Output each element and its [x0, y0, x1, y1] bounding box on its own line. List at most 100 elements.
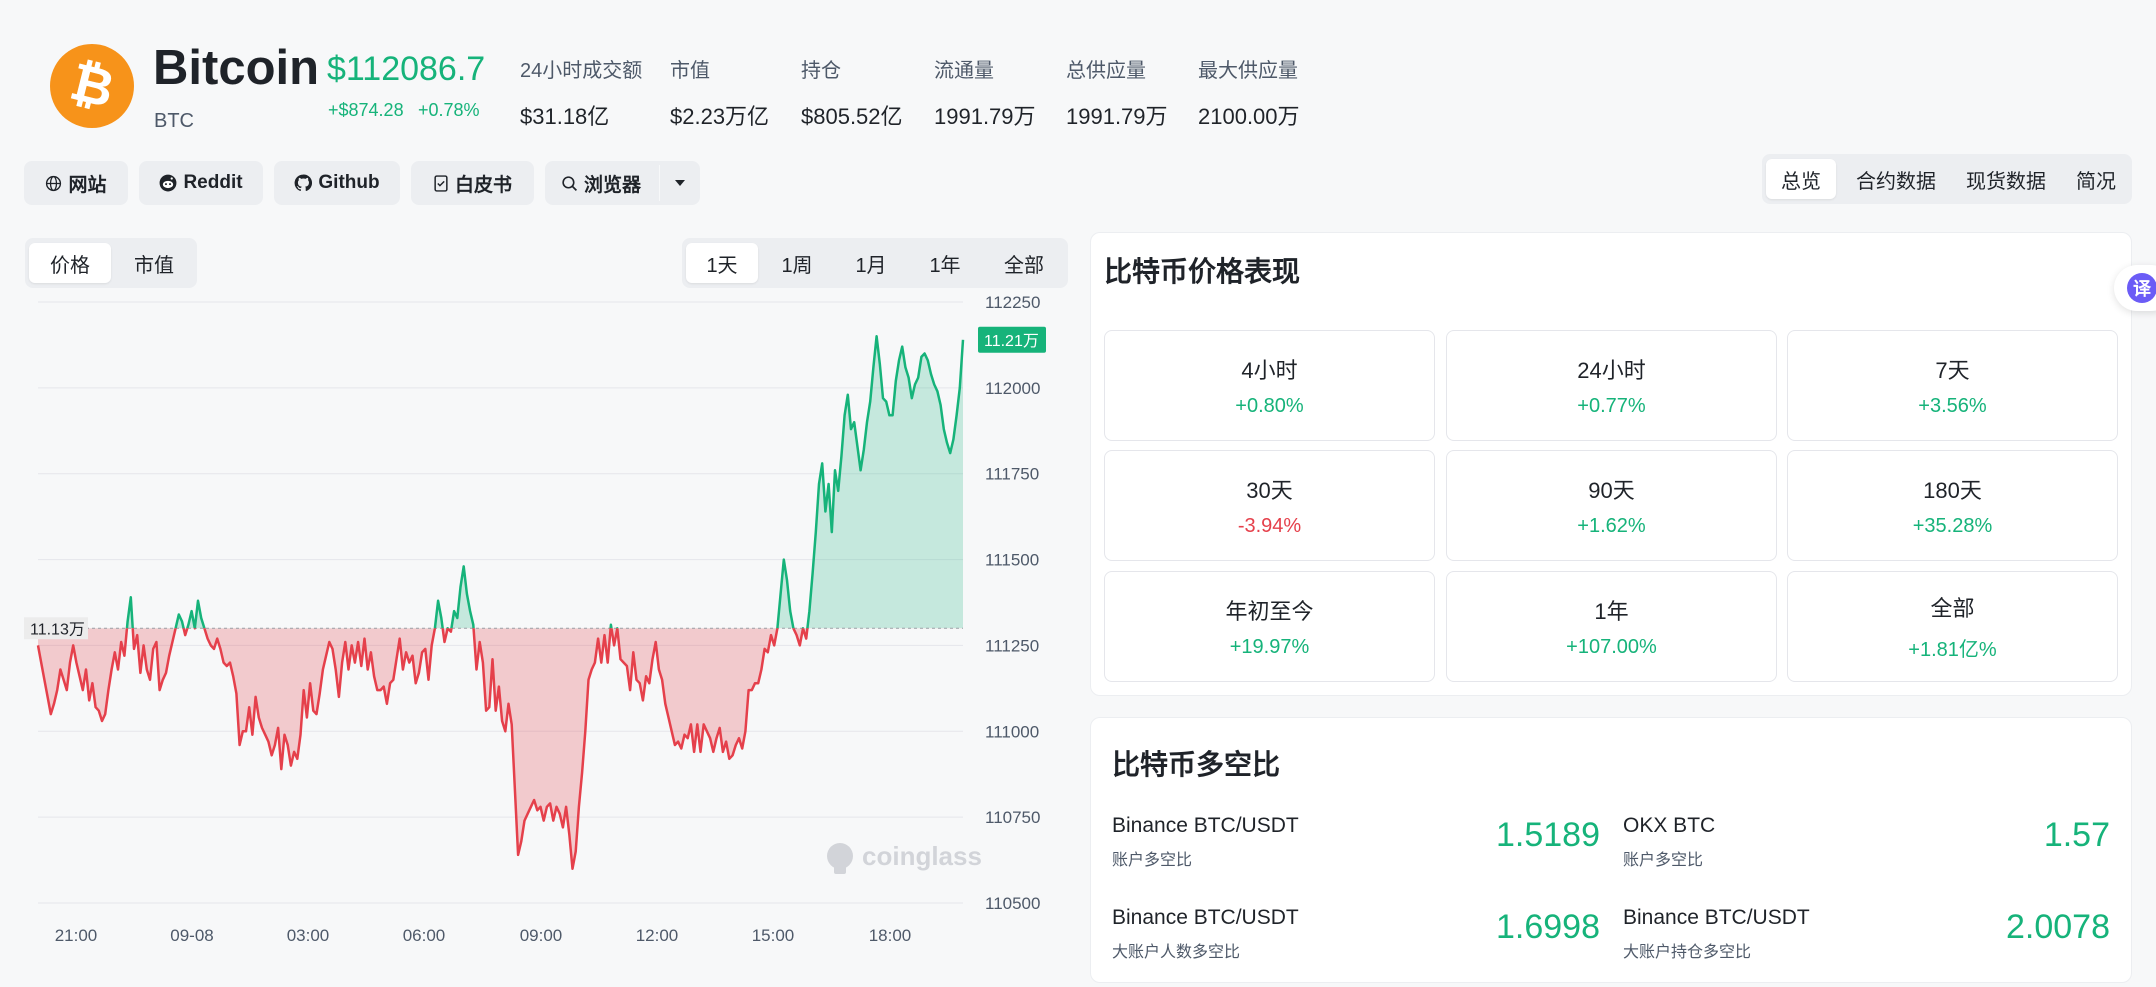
stat-volume-24h: 24小时成交额 $31.18亿	[520, 54, 642, 131]
ls-item-value: 1.6998	[1496, 908, 1600, 946]
perf-value: +3.56%	[1918, 395, 1987, 417]
baseline-label: 11.13万	[30, 621, 85, 638]
explorer-dropdown-button[interactable]	[660, 161, 700, 205]
y-tick-label: 111000	[985, 722, 1039, 741]
perf-cell-all: 全部 +1.81亿%	[1787, 571, 2118, 682]
whitepaper-button[interactable]: 白皮书	[411, 161, 534, 205]
watermark-text: coinglass	[862, 841, 982, 871]
metric-marketcap-button[interactable]: 市值	[115, 243, 193, 283]
ls-item-name: Binance BTC/USDT	[1112, 814, 1299, 837]
caret-down-icon	[675, 180, 685, 186]
tab-overview[interactable]: 总览	[1766, 159, 1836, 199]
stat-value: $2.23万亿	[670, 104, 770, 129]
perf-value: +107.00%	[1566, 636, 1657, 658]
ls-item-name: Binance BTC/USDT	[1623, 906, 1810, 929]
current-price-label: 11.21万	[984, 333, 1039, 350]
x-tick-label: 09-08	[170, 926, 213, 945]
perf-cell-24h: 24小时 +0.77%	[1446, 330, 1777, 441]
x-tick-label: 18:00	[869, 926, 912, 945]
x-tick-label: 09:00	[520, 926, 563, 945]
stat-circulating-supply: 流通量 1991.79万	[934, 54, 1036, 131]
main-tabs: 总览 合约数据 现货数据 简况	[1762, 154, 2132, 204]
tab-spot-data[interactable]: 现货数据	[1954, 159, 2058, 199]
baseline-tag: 11.13万	[24, 617, 88, 640]
perf-label: 30天	[1246, 478, 1293, 503]
translate-icon[interactable]: 译	[2127, 273, 2156, 303]
range-1d-button[interactable]: 1天	[686, 243, 758, 283]
perf-label: 4小时	[1241, 358, 1298, 383]
stat-label: 流通量	[934, 60, 994, 82]
github-icon	[295, 174, 313, 192]
perf-label: 1年	[1594, 599, 1629, 624]
ls-item-value: 1.5189	[1496, 816, 1600, 854]
metric-price-button[interactable]: 价格	[29, 243, 111, 283]
ls-item-name: Binance BTC/USDT	[1112, 906, 1299, 929]
perf-value: +1.62%	[1577, 515, 1646, 537]
github-button[interactable]: Github	[274, 161, 400, 205]
perf-label: 全部	[1930, 596, 1975, 621]
ls-item-sub: 账户多空比	[1623, 852, 1704, 869]
y-tick-label: 111750	[985, 465, 1039, 484]
x-tick-label: 03:00	[287, 926, 330, 945]
tab-profile[interactable]: 简况	[2066, 159, 2126, 199]
long-short-title: 比特币多空比	[1112, 749, 1281, 780]
stat-label: 24小时成交额	[520, 60, 643, 82]
ls-item-sub: 大账户人数多空比	[1112, 944, 1241, 961]
ls-item-sub: 账户多空比	[1112, 852, 1193, 869]
perf-value: +1.81亿%	[1908, 639, 1997, 661]
coin-change-abs: +$874.28	[328, 100, 404, 120]
stat-label: 持仓	[801, 60, 841, 82]
stat-label: 总供应量	[1066, 60, 1146, 82]
y-tick-label: 110750	[985, 808, 1040, 827]
perf-cell-1y: 1年 +107.00%	[1446, 571, 1777, 682]
range-all-button[interactable]: 全部	[984, 243, 1064, 283]
perf-value: +19.97%	[1229, 636, 1310, 658]
y-tick-label: 111250	[985, 636, 1039, 655]
price-chart[interactable]: 112250 112000 111750 111500 111250 111000 1107…	[0, 280, 1080, 960]
x-tick-label: 12:00	[636, 926, 679, 945]
performance-title: 比特币价格表现	[1104, 256, 1301, 287]
x-tick-label: 06:00	[403, 926, 446, 945]
ls-item-sub: 大账户持仓多空比	[1623, 944, 1752, 961]
perf-label: 年初至今	[1225, 599, 1314, 624]
range-1y-button[interactable]: 1年	[910, 243, 980, 283]
tab-contract-data[interactable]: 合约数据	[1844, 159, 1948, 199]
coin-price: $112086.7	[327, 50, 486, 88]
stat-total-supply: 总供应量 1991.79万	[1066, 54, 1168, 131]
y-tick-label: 112250	[985, 293, 1040, 312]
stat-max-supply: 最大供应量 2100.00万	[1198, 54, 1300, 131]
website-button[interactable]: 网站	[24, 161, 128, 205]
stat-value: 1991.79万	[1066, 104, 1168, 129]
current-price-tag: 11.21万	[978, 326, 1046, 353]
perf-cell-180d: 180天 +35.28%	[1787, 450, 2118, 561]
x-tick-label: 21:00	[55, 926, 98, 945]
stat-open-interest: 持仓 $805.52亿	[801, 54, 903, 131]
document-icon	[434, 174, 448, 192]
whitepaper-label: 白皮书	[454, 174, 512, 196]
stat-label: 市值	[670, 60, 710, 82]
perf-label: 7天	[1935, 358, 1970, 383]
github-label: Github	[318, 172, 380, 193]
coin-name: Bitcoin	[153, 41, 320, 95]
bitcoin-logo: ₿	[50, 44, 134, 128]
range-1w-button[interactable]: 1周	[762, 243, 832, 283]
stat-value: 1991.79万	[934, 104, 1036, 129]
coin-symbol: BTC	[154, 110, 194, 132]
stat-market-cap: 市值 $2.23万亿	[670, 54, 769, 131]
perf-cell-30d: 30天 -3.94%	[1104, 450, 1435, 561]
ls-item-value: 1.57	[2043, 816, 2110, 854]
stat-value: 2100.00万	[1198, 104, 1300, 129]
search-icon	[562, 175, 578, 191]
range-1m-button[interactable]: 1月	[836, 243, 906, 283]
y-tick-label: 112000	[985, 379, 1040, 398]
reddit-icon	[160, 174, 177, 192]
perf-label: 180天	[1923, 478, 1982, 503]
perf-label: 90天	[1588, 478, 1635, 503]
globe-icon	[46, 175, 62, 191]
perf-label: 24小时	[1577, 358, 1646, 383]
stat-label: 最大供应量	[1198, 60, 1298, 82]
perf-value: -3.94%	[1237, 515, 1302, 537]
reddit-button[interactable]: Reddit	[139, 161, 263, 205]
perf-cell-4h: 4小时 +0.80%	[1104, 330, 1435, 441]
y-tick-label: 111500	[985, 551, 1039, 570]
